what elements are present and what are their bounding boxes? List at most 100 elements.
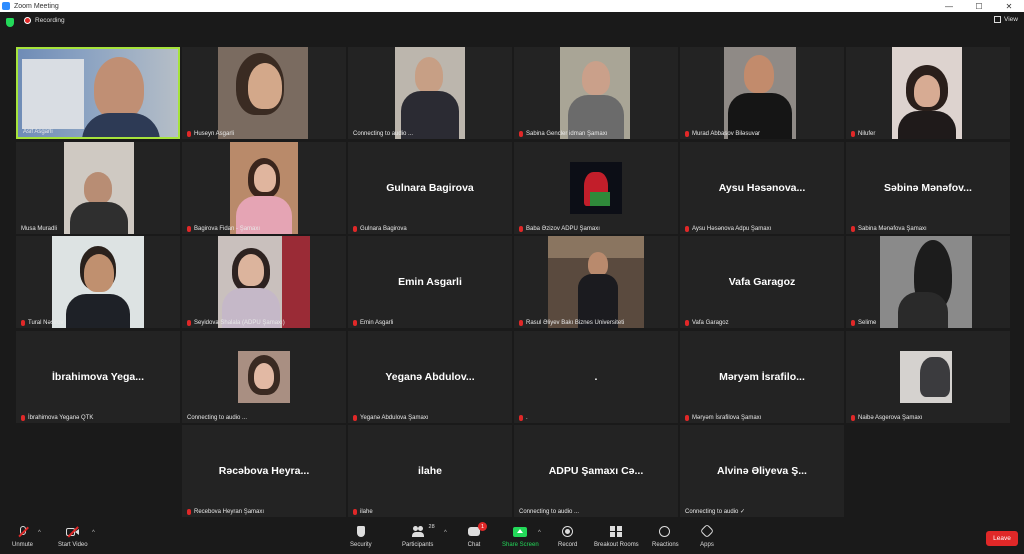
- participant-name: Asif Asgarli: [23, 129, 53, 135]
- participant-display-name: Məryəm İsrafilo...: [719, 371, 805, 383]
- participant-tile[interactable]: İbrahimova Yega... İbrahimova Yeganə QTK: [16, 331, 180, 423]
- apps-icon: [699, 523, 715, 539]
- share-screen-button[interactable]: Share Screen: [502, 526, 539, 548]
- participant-name: ilahe: [353, 509, 373, 515]
- record-button[interactable]: Record: [558, 526, 577, 548]
- slide-backdrop: [22, 59, 84, 129]
- participant-tile[interactable]: Connecting to audio ...: [182, 331, 346, 423]
- participant-name: Rasul Əliyev Bakı Biznes Universiteti: [519, 320, 624, 326]
- participant-tile[interactable]: Naibə Asgerova Şamaxı: [846, 331, 1010, 423]
- participant-name: Məryəm İsrafilova Şamaxı: [685, 415, 761, 421]
- view-label: View: [1004, 16, 1018, 23]
- participant-tile[interactable]: Musa Muradli: [16, 142, 180, 234]
- participant-face: [744, 55, 774, 93]
- participant-body: [82, 113, 160, 137]
- participant-name: Musa Muradli: [21, 226, 58, 232]
- participant-tile[interactable]: Gulnara Bagirova Gulnara Bagirova: [348, 142, 512, 234]
- participant-display-name: İbrahimova Yega...: [51, 371, 144, 383]
- breakout-rooms-icon: [609, 526, 623, 538]
- participant-video: [880, 236, 972, 328]
- participant-tile[interactable]: Alvinə Əliyeva Ş... Connecting to audio …: [680, 425, 844, 517]
- apps-button[interactable]: Apps: [699, 523, 715, 548]
- participant-video: [52, 236, 144, 328]
- window-title: Zoom Meeting: [14, 2, 59, 10]
- title-bar: Zoom Meeting — ☐ ✕: [0, 0, 1024, 12]
- participant-display-name: Vafa Garagoz: [728, 276, 796, 288]
- breakout-rooms-button[interactable]: Breakout Rooms: [594, 526, 639, 548]
- participant-video: [724, 47, 796, 139]
- participant-tile[interactable]: Connecting to audio ...: [348, 47, 512, 139]
- participant-name: .: [519, 415, 528, 421]
- participants-button[interactable]: 28 Participants: [402, 524, 435, 548]
- mic-muted-icon: [851, 226, 855, 232]
- avatar-figure: [920, 357, 950, 397]
- participant-tile[interactable]: Yeganə Abdulov... Yeganə Abdulova Şamaxı: [348, 331, 512, 423]
- participant-tile[interactable]: Selime: [846, 236, 1010, 328]
- participant-tile[interactable]: Baba Əzizov ADPU Şamaxı: [514, 142, 678, 234]
- participant-display-name: Səbinə Mənəfov...: [884, 182, 972, 194]
- view-button[interactable]: View: [994, 16, 1018, 23]
- participant-face: [84, 172, 112, 204]
- participant-name: Aysu Həsənova Adpu Şamaxı: [685, 226, 771, 232]
- participant-tile[interactable]: Seyidova Shalala (ADPU Şamaxı): [182, 236, 346, 328]
- leave-button[interactable]: Leave: [986, 531, 1018, 546]
- participant-tile[interactable]: ilahe ilahe: [348, 425, 512, 517]
- unmute-button[interactable]: Unmute: [12, 526, 33, 548]
- reactions-button[interactable]: Reactions: [652, 526, 679, 548]
- video-options-caret[interactable]: ^: [92, 530, 95, 536]
- minimize-button[interactable]: —: [934, 0, 964, 12]
- record-dot-icon: [24, 17, 31, 24]
- participant-name: Gulnara Bagirova: [353, 226, 407, 232]
- participant-tile[interactable]: Aysu Həsənova... Aysu Həsənova Adpu Şama…: [680, 142, 844, 234]
- meeting-toolbar: Unmute ^ Start Video ^ Security 28 Parti…: [0, 522, 1024, 554]
- participant-name: İbrahimova Yeganə QTK: [21, 415, 93, 421]
- participant-name: Huseyn Asgarli: [187, 131, 234, 137]
- participants-icon: 28: [411, 524, 435, 538]
- share-options-caret[interactable]: ^: [538, 530, 541, 536]
- participant-tile[interactable]: Nilufer: [846, 47, 1010, 139]
- chat-bubble-icon: 1: [467, 522, 487, 538]
- participant-tile[interactable]: Vafa Garagoz Vafa Garagoz: [680, 236, 844, 328]
- audio-options-caret[interactable]: ^: [38, 530, 41, 536]
- participant-avatar-image: [570, 162, 622, 214]
- recording-indicator[interactable]: Recording: [24, 17, 65, 24]
- participant-face: [914, 75, 940, 107]
- participant-face: [254, 164, 276, 192]
- security-button[interactable]: Security: [350, 526, 372, 548]
- maximize-button[interactable]: ☐: [964, 0, 994, 12]
- participant-tile[interactable]: Rasul Əliyev Bakı Biznes Universiteti: [514, 236, 678, 328]
- participant-tile[interactable]: ADPU Şamaxı Cə... Connecting to audio ..…: [514, 425, 678, 517]
- participant-tile[interactable]: Məryəm İsrafilo... Məryəm İsrafilova Şam…: [680, 331, 844, 423]
- shield-icon[interactable]: [6, 18, 14, 27]
- participant-name: Murad Abbasov Biləsuvar: [685, 131, 760, 137]
- participant-display-name: Alvinə Əliyeva Ş...: [717, 465, 807, 477]
- mic-muted-icon: [21, 415, 25, 421]
- chat-button[interactable]: 1 Chat: [467, 522, 487, 548]
- participant-tile[interactable]: Tural Nəsirov: [16, 236, 180, 328]
- avatar-figure-detail: [590, 192, 610, 206]
- participant-tile[interactable]: Bagirova Fidan - Şamaxı: [182, 142, 346, 234]
- participant-tile[interactable]: Səbinə Mənəfov... Sabina Mənəfova Şamaxı: [846, 142, 1010, 234]
- participant-tile[interactable]: Rəcəbova Heyra... Recebova Heyran Şamaxı: [182, 425, 346, 517]
- participant-tile[interactable]: Asif Asgarli: [16, 47, 180, 139]
- start-video-button[interactable]: Start Video: [58, 526, 88, 548]
- participant-video: [395, 47, 465, 139]
- participants-options-caret[interactable]: ^: [444, 530, 447, 536]
- participant-tile[interactable]: . .: [514, 331, 678, 423]
- participant-display-name: Yeganə Abdulov...: [385, 371, 475, 383]
- mic-muted-icon: [187, 226, 191, 232]
- participant-body: [66, 294, 130, 328]
- participant-name: Connecting to audio ...: [519, 509, 580, 515]
- participant-tile[interactable]: Huseyn Asgarli: [182, 47, 346, 139]
- participant-name: Sabina Mənəfova Şamaxı: [851, 226, 927, 232]
- participant-face: [248, 63, 282, 109]
- mic-muted-icon: [353, 509, 357, 515]
- participant-display-name: Emin Asgarli: [398, 276, 462, 288]
- participant-tile[interactable]: Emin Asgarli Emin Asgarli: [348, 236, 512, 328]
- participant-video: [230, 142, 298, 234]
- participant-tile[interactable]: Murad Abbasov Biləsuvar: [680, 47, 844, 139]
- video-camera-off-icon: [65, 526, 80, 538]
- close-button[interactable]: ✕: [994, 0, 1024, 12]
- participant-video: [64, 142, 134, 234]
- participant-tile[interactable]: Sabina Gencler idman Şamaxı: [514, 47, 678, 139]
